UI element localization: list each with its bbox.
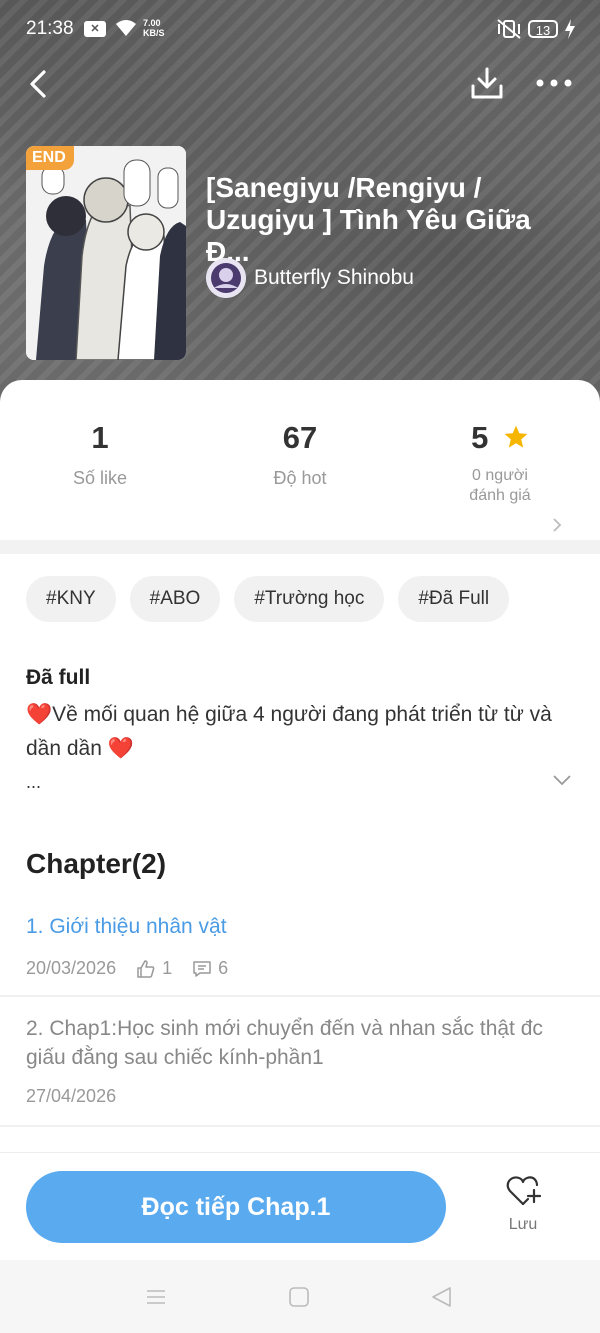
author-row[interactable]: Butterfly Shinobu (206, 258, 414, 298)
rating-row: 5 (400, 420, 600, 456)
status-time: 21:38 (26, 18, 74, 39)
chapter-row[interactable]: 1. Giới thiệu nhân vật 20/03/2026 1 6 (0, 910, 600, 996)
chevron-down-icon[interactable] (552, 773, 572, 787)
star-icon (504, 425, 528, 448)
chapter-heading: Chapter(2) (26, 848, 167, 879)
likes-label: Số like (72, 468, 128, 488)
chapter-meta: 27/04/2026 (26, 1086, 116, 1107)
tag-chip[interactable]: #Đã Full (398, 576, 510, 622)
chapter-name[interactable]: 2. Chap1:Học sinh mới chuyển đến và nhan… (26, 1014, 556, 1072)
tag-chip[interactable]: #Trường học (234, 576, 385, 622)
back-triangle-icon[interactable] (430, 1285, 454, 1309)
back-icon[interactable] (24, 68, 56, 100)
net-speed-unit: KB/S (143, 28, 165, 38)
comment-icon (193, 960, 211, 977)
thumbs-up-icon (137, 959, 155, 978)
vibrate-mute-icon (497, 19, 521, 39)
charging-icon (565, 19, 575, 39)
system-navigation-bar (0, 1260, 600, 1333)
tag-list: #KNY #ABO #Trường học #Đã Full (26, 576, 523, 622)
net-speed-value: 7.00 (143, 18, 161, 28)
net-speed: 7.00 KB/S (143, 18, 165, 38)
more-options-icon[interactable] (532, 66, 576, 100)
heart-plus-icon (506, 1176, 542, 1206)
chapter-date: 27/04/2026 (26, 1086, 117, 1106)
tag-chip[interactable]: #ABO (129, 576, 221, 622)
save-button[interactable]: Lưu (494, 1175, 552, 1234)
stat-rating[interactable]: 5 0 người đánh giá (400, 420, 600, 506)
download-icon[interactable] (468, 64, 506, 102)
chapter-likes: 1 (162, 958, 173, 978)
hot-label: Độ hot (273, 468, 327, 488)
likes-value: 1 (91, 420, 109, 455)
status-bar: 21:38 ✕ 7.00 KB/S 13 (0, 0, 600, 60)
chapter-comments: 6 (218, 958, 229, 978)
stats-row: 1 Số like 67 Độ hot 5 0 người đánh giá (0, 400, 600, 532)
top-navigation (0, 60, 600, 110)
notification-icon: ✕ (84, 21, 106, 37)
cover-artwork (26, 146, 186, 360)
section-divider (0, 540, 600, 554)
rating-label: 0 người đánh giá (400, 466, 600, 506)
row-divider (0, 1125, 600, 1127)
end-badge: END (26, 146, 74, 170)
chapter-date: 20/03/2026 (26, 958, 117, 978)
description-ellipsis: ... (26, 772, 42, 792)
chapter-name[interactable]: 1. Giới thiệu nhân vật (26, 912, 556, 941)
chevron-right-icon[interactable] (551, 517, 563, 533)
battery-indicator: 13 (528, 20, 558, 38)
save-label: Lưu (508, 1216, 538, 1233)
rating-value: 5 (471, 420, 489, 455)
book-title: [Sanegiyu /Rengiyu / Uzugiyu ] Tình Yêu … (206, 172, 531, 267)
wifi-icon (116, 20, 136, 36)
book-cover[interactable]: END (26, 146, 186, 360)
description-text: ❤️Về mối quan hệ giữa 4 người đang phát … (26, 703, 552, 760)
content-sheet: 1 Số like 67 Độ hot 5 0 người đánh giá #… (0, 380, 600, 1260)
home-icon[interactable] (288, 1286, 310, 1308)
author-avatar[interactable] (206, 258, 246, 298)
rating-label-line2: đánh giá (469, 487, 531, 504)
description-status: Đã full (26, 666, 91, 689)
author-name[interactable]: Butterfly Shinobu (254, 266, 414, 290)
hot-value: 67 (282, 420, 318, 455)
continue-reading-button[interactable]: Đọc tiếp Chap.1 (26, 1171, 446, 1243)
stat-hot: 67 Độ hot (200, 420, 400, 489)
tag-chip[interactable]: #KNY (26, 576, 116, 622)
bottom-action-bar: Đọc tiếp Chap.1 Lưu (0, 1152, 600, 1261)
stat-likes: 1 Số like (0, 420, 200, 489)
chapter-meta: 20/03/2026 1 6 (26, 958, 228, 979)
chapter-row[interactable]: 2. Chap1:Học sinh mới chuyển đến và nhan… (0, 1014, 600, 1124)
row-divider (0, 995, 600, 997)
rating-label-line1: 0 người (472, 467, 528, 484)
menu-icon[interactable] (146, 1287, 166, 1307)
